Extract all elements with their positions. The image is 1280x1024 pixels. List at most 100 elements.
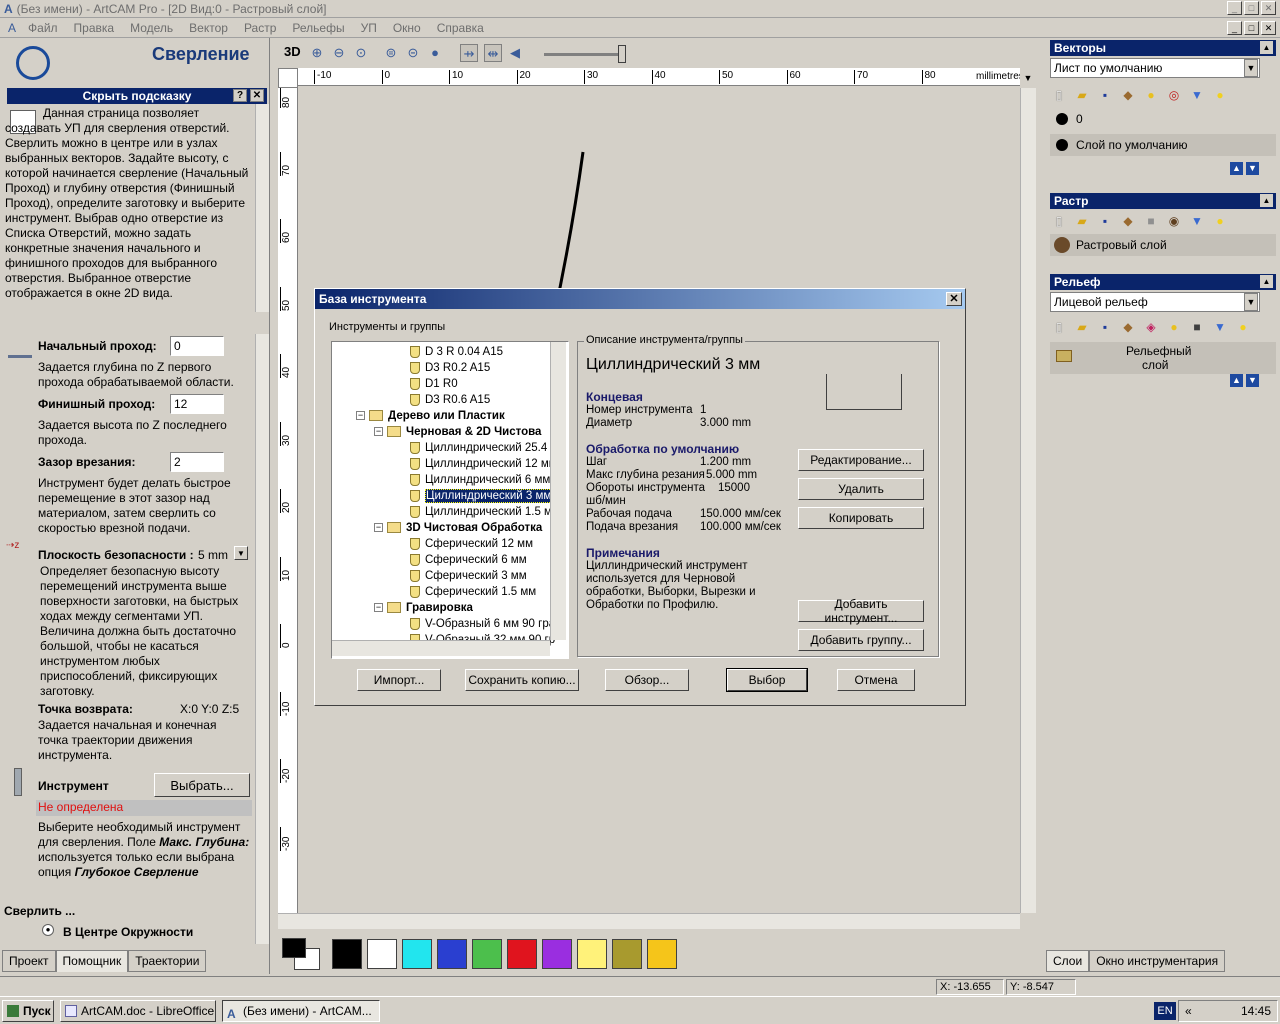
color-swatch[interactable] [507, 939, 537, 969]
tree-tool[interactable]: Сферический 1.5 мм [410, 584, 536, 600]
paste-relief-icon[interactable]: ◆ [1121, 320, 1135, 334]
start-button[interactable]: Пуск [2, 1000, 54, 1022]
collapse-relief-icon[interactable]: ▲ [1260, 275, 1273, 288]
relief-layer[interactable]: Рельефный слой [1050, 342, 1276, 374]
tree-tool[interactable]: Циллиндрический 1.5 мм [410, 504, 560, 520]
import-button[interactable]: Импорт... [357, 669, 441, 691]
tree-hscrollbar[interactable] [332, 640, 550, 656]
raster-gray-icon[interactable]: ■ [1144, 214, 1158, 228]
dialog-close-icon[interactable]: ✕ [946, 292, 962, 306]
raster-visibility-icon[interactable]: ● [1213, 214, 1227, 228]
tree-tool[interactable]: Циллиндрический 12 мм [410, 456, 557, 472]
save-copy-button[interactable]: Сохранить копию... [465, 669, 579, 691]
copy-button[interactable]: Копировать [798, 507, 924, 529]
relief-visibility-icon[interactable]: ● [1236, 320, 1250, 334]
color-swatch[interactable] [437, 939, 467, 969]
tree-tool[interactable]: D 3 R 0.04 A15 [410, 344, 503, 360]
relief-select[interactable]: Лицевой рельеф [1050, 292, 1260, 312]
tree-tool[interactable]: Циллиндрический 6 мм [410, 472, 550, 488]
paste-raster-icon[interactable]: ◆ [1121, 214, 1135, 228]
raster-title: Растр [1054, 194, 1089, 208]
color-swatch[interactable] [542, 939, 572, 969]
tree-tool[interactable]: Циллиндрический 25.4 мм [410, 440, 566, 456]
add-group-button[interactable]: Добавить группу... [798, 629, 924, 651]
tree-item-label: 3D Чистовая Обработка [406, 522, 543, 534]
tree-item-label: Циллиндрический 3 мм [425, 489, 553, 503]
tree-group[interactable]: − Дерево или Пластик [356, 408, 505, 424]
delete-raster-icon[interactable]: ▼ [1190, 214, 1204, 228]
new-layer-icon[interactable]: ▯ [1052, 88, 1066, 102]
tree-collapse-icon[interactable]: − [374, 523, 383, 533]
delete-layer-icon[interactable]: ▼ [1190, 88, 1204, 102]
relief-camera-icon[interactable]: ■ [1190, 320, 1204, 334]
tool-tree[interactable]: D 3 R 0.04 A15 D3 R0.2 A15 D1 R0 D3 R0.6 A1… [331, 341, 569, 659]
new-raster-icon[interactable]: ▯ [1052, 214, 1066, 228]
color-swatch[interactable] [612, 939, 642, 969]
tree-group[interactable]: − Гравировка [374, 600, 473, 616]
collapse-vectors-icon[interactable]: ▲ [1260, 41, 1273, 54]
relief-layer-toolbar: ▯ ▰ ▪ ◆ ◈ ● ■ ▼ ● [1052, 320, 1250, 334]
layer-color-icon[interactable]: ◎ [1167, 88, 1181, 102]
vector-sheet-select[interactable]: Лист по умолчанию [1050, 58, 1260, 78]
tab-layers[interactable]: Слои [1046, 950, 1090, 972]
collapse-raster-icon[interactable]: ▲ [1260, 194, 1273, 207]
color-swatch[interactable] [472, 939, 502, 969]
tree-tool[interactable]: Циллиндрический 3 мм [410, 488, 553, 504]
language-indicator[interactable]: EN [1154, 1002, 1176, 1020]
save-layer-icon[interactable]: ▪ [1098, 88, 1112, 102]
tree-tool[interactable]: Сферический 3 мм [410, 568, 527, 584]
select-button[interactable]: Выбор [726, 668, 808, 692]
raster-layer[interactable]: Растровый слой [1050, 234, 1276, 256]
edit-button[interactable]: Редактирование... [798, 449, 924, 471]
move-layer-up-icon[interactable]: ▲ [1230, 162, 1243, 175]
save-relief-icon[interactable]: ▪ [1098, 320, 1112, 334]
visibility-icon[interactable]: ● [1213, 88, 1227, 102]
color-swatch[interactable] [367, 939, 397, 969]
tree-tool[interactable]: D3 R0.2 A15 [410, 360, 490, 376]
taskbar-artcam[interactable]: A (Без имени) - ArtCAM... [222, 1000, 380, 1022]
fg-bg-color-swatch[interactable] [282, 938, 322, 970]
tree-tool[interactable]: D1 R0 [410, 376, 458, 392]
color-swatch[interactable] [647, 939, 677, 969]
color-swatch[interactable] [577, 939, 607, 969]
tree-tool[interactable]: Сферический 12 мм [410, 536, 533, 552]
tree-item-label: Циллиндрический 25.4 мм [425, 442, 567, 454]
raster-image-icon[interactable]: ◉ [1167, 214, 1181, 228]
vector-sheet-dropdown-icon[interactable]: ▼ [1244, 59, 1258, 77]
relief-dropdown-icon[interactable]: ▼ [1244, 293, 1258, 311]
relief-light-icon[interactable]: ● [1167, 320, 1181, 334]
delete-relief-icon[interactable]: ▼ [1213, 320, 1227, 334]
move-relief-up-icon[interactable]: ▲ [1230, 374, 1243, 387]
delete-button[interactable]: Удалить [798, 478, 924, 500]
color-swatch[interactable] [402, 939, 432, 969]
open-relief-icon[interactable]: ▰ [1075, 320, 1089, 334]
tree-group[interactable]: − 3D Чистовая Обработка [374, 520, 542, 536]
color-swatch[interactable] [332, 939, 362, 969]
vector-layer-0[interactable]: 0 [1050, 108, 1276, 130]
layer-light-icon[interactable]: ● [1144, 88, 1158, 102]
open-raster-icon[interactable]: ▰ [1075, 214, 1089, 228]
paste-layer-icon[interactable]: ◆ [1121, 88, 1135, 102]
tree-collapse-icon[interactable]: − [356, 411, 365, 421]
taskbar-libreoffice[interactable]: ArtCAM.doc - LibreOffice... [60, 1000, 216, 1022]
tree-group[interactable]: − Черновая & 2D Чистова [374, 424, 541, 440]
tree-tool[interactable]: V-Образный 6 мм 90 гра [410, 616, 555, 632]
tree-tool[interactable]: D3 R0.6 A15 [410, 392, 490, 408]
tree-collapse-icon[interactable]: − [374, 427, 383, 437]
tree-vscrollbar[interactable] [550, 342, 566, 640]
relief-eye-icon[interactable]: ◈ [1144, 320, 1158, 334]
tray-arrow-icon[interactable]: « [1185, 1001, 1192, 1021]
vector-layer-default[interactable]: Слой по умолчанию [1050, 134, 1276, 156]
move-layer-down-icon[interactable]: ▼ [1246, 162, 1259, 175]
cancel-button[interactable]: Отмена [837, 669, 915, 691]
move-relief-down-icon[interactable]: ▼ [1246, 374, 1259, 387]
tree-collapse-icon[interactable]: − [374, 603, 383, 613]
tab-toolbox[interactable]: Окно инструментария [1089, 950, 1226, 972]
tree-tool[interactable]: Сферический 6 мм [410, 552, 527, 568]
cutter-icon [410, 617, 420, 630]
browse-button[interactable]: Обзор... [605, 669, 689, 691]
new-relief-icon[interactable]: ▯ [1052, 320, 1066, 334]
add-tool-button[interactable]: Добавить инструмент... [798, 597, 924, 625]
save-raster-icon[interactable]: ▪ [1098, 214, 1112, 228]
open-layer-icon[interactable]: ▰ [1075, 88, 1089, 102]
